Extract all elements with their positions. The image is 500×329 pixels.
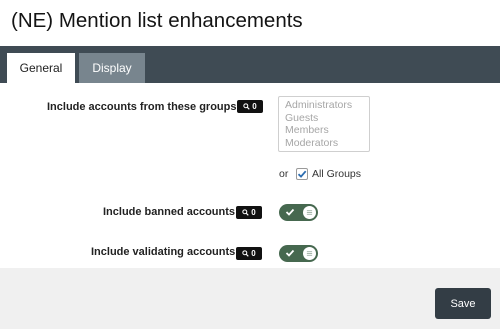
tab-display[interactable]: Display xyxy=(79,53,145,83)
all-groups-label[interactable]: All Groups xyxy=(312,168,361,180)
grip-lines-icon xyxy=(306,210,313,215)
group-option[interactable]: Members xyxy=(285,124,369,137)
toggle-knob xyxy=(303,206,316,219)
checkmark-icon xyxy=(297,170,307,178)
save-button[interactable]: Save xyxy=(435,288,491,319)
validating-search-badge[interactable]: 0 xyxy=(236,247,262,260)
all-groups-checkbox[interactable] xyxy=(296,168,308,180)
badge-count: 0 xyxy=(252,102,257,111)
search-icon xyxy=(243,103,250,110)
or-label: or xyxy=(279,168,289,180)
search-icon xyxy=(242,250,249,257)
validating-label: Include validating accounts xyxy=(91,246,236,258)
groups-multiselect[interactable]: Administrators Guests Members Moderators xyxy=(278,96,370,152)
badge-count: 0 xyxy=(251,208,256,217)
toggle-knob xyxy=(303,247,316,260)
title-bar: (NE) Mention list enhancements xyxy=(0,0,500,46)
tab-strip: General Display xyxy=(0,46,500,83)
grip-lines-icon xyxy=(306,251,313,256)
tab-general[interactable]: General xyxy=(7,53,75,83)
group-option[interactable]: Moderators xyxy=(285,137,369,150)
banned-toggle[interactable] xyxy=(279,204,318,221)
banned-search-badge[interactable]: 0 xyxy=(236,206,262,219)
group-option[interactable]: Guests xyxy=(285,112,369,125)
groups-search-badge[interactable]: 0 xyxy=(237,100,263,113)
check-icon xyxy=(285,208,295,216)
groups-label: Include accounts from these groups xyxy=(47,101,237,113)
validating-toggle[interactable] xyxy=(279,245,318,262)
search-icon xyxy=(242,209,249,216)
check-icon xyxy=(285,249,295,257)
banned-label: Include banned accounts xyxy=(103,206,236,218)
footer-area xyxy=(0,268,500,329)
group-option[interactable]: Administrators xyxy=(285,99,369,112)
page-title: (NE) Mention list enhancements xyxy=(11,9,303,32)
badge-count: 0 xyxy=(251,249,256,258)
